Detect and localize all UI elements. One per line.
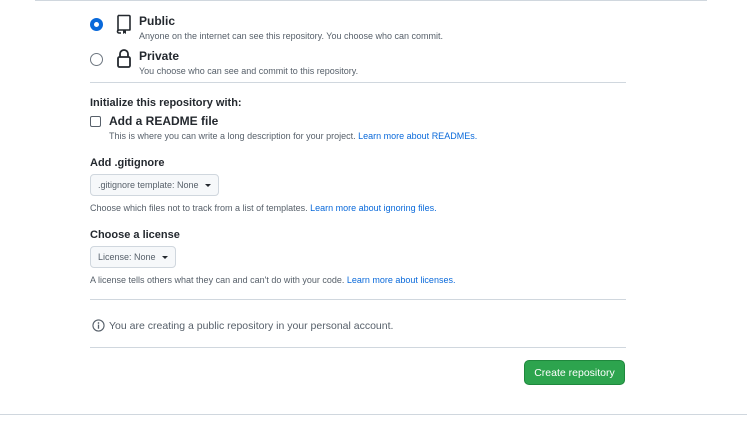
initialize-heading: Initialize this repository with: [90,97,242,109]
caret-down-icon [161,255,168,259]
readme-learn-more-link[interactable]: Learn more about READMEs. [358,131,477,141]
caret-down-icon [204,183,211,187]
divider [90,82,626,83]
notice-text: You are creating a public repository in … [109,319,394,332]
bottom-divider [0,414,747,415]
private-radio[interactable] [90,53,103,66]
readme-description: This is where you can write a long descr… [109,131,478,141]
gitignore-help: Choose which files not to track from a l… [90,203,437,213]
gitignore-learn-more-link[interactable]: Learn more about ignoring files. [310,203,437,213]
gitignore-dropdown-label: .gitignore template: None [98,180,199,190]
visibility-option-private[interactable]: Private You choose who can see and commi… [90,48,358,77]
private-description: You choose who can see and commit to thi… [139,66,359,76]
info-icon [92,319,105,332]
license-learn-more-link[interactable]: Learn more about licenses. [347,275,456,285]
license-heading: Choose a license [90,229,180,241]
readme-checkbox[interactable] [90,116,101,127]
readme-option[interactable]: Add a README file This is where you can … [90,114,477,142]
public-title: Public [139,14,176,28]
license-dropdown-label: License: None [98,252,156,262]
gitignore-dropdown[interactable]: .gitignore template: None [90,174,219,196]
top-divider [35,0,707,1]
lock-icon [117,49,131,68]
create-repository-button[interactable]: Create repository [524,360,625,385]
public-description: Anyone on the internet can see this repo… [139,31,444,41]
public-repo-notice: You are creating a public repository in … [92,319,393,332]
private-title: Private [139,49,180,63]
visibility-option-public[interactable]: Public Anyone on the internet can see th… [90,13,443,42]
license-help: A license tells others what they can and… [90,275,456,285]
divider [90,299,626,300]
repo-icon [116,14,131,34]
license-dropdown[interactable]: License: None [90,246,176,268]
readme-title: Add a README file [109,114,219,128]
public-radio[interactable] [90,18,103,31]
divider [90,347,626,348]
gitignore-heading: Add .gitignore [90,157,165,169]
